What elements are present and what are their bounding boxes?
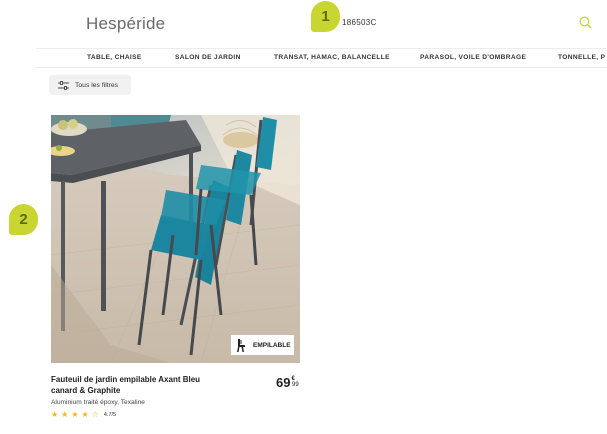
all-filters-label: Tous les filtres <box>75 81 119 89</box>
rating-score: 4.7/5 <box>103 412 117 418</box>
category-nav: TABLE, CHAISE SALON DE JARDIN TRANSAT, H… <box>36 48 607 68</box>
site-logo[interactable]: Hespéride <box>86 14 165 34</box>
product-price: 69 € 99 <box>276 375 299 390</box>
nav-item-salon-de-jardin[interactable]: SALON DE JARDIN <box>175 54 241 61</box>
all-filters-button[interactable]: Tous les filtres <box>49 75 131 95</box>
product-image[interactable]: EMPILABLE <box>51 115 300 363</box>
product-material: Aluminium traité époxy, Texaline <box>51 399 145 406</box>
annotation-marker-1: 1 <box>311 1 340 32</box>
star-icon: ★ <box>71 410 79 419</box>
star-icon: ★ <box>81 410 89 419</box>
product-rating: ★ ★ ★ ★ ☆ 4.7/5 <box>51 410 116 420</box>
star-icon: ★ <box>61 410 69 419</box>
star-icon: ★ <box>51 410 59 419</box>
filter-sliders-icon <box>58 80 69 90</box>
nav-item-parasol[interactable]: PARASOL, VOILE D'OMBRAGE <box>420 54 526 61</box>
half-star-icon: ☆ <box>91 410 99 419</box>
stackable-badge-label: EMPILABLE <box>253 341 291 349</box>
annotation-marker-2: 2 <box>9 204 38 235</box>
search-icon[interactable] <box>579 16 592 29</box>
search-input[interactable]: 186503C <box>342 18 377 27</box>
nav-item-transat-hamac[interactable]: TRANSAT, HAMAC, BALANCELLE <box>274 54 390 61</box>
nav-item-table-chaise[interactable]: TABLE, CHAISE <box>87 54 142 61</box>
price-integer: 69 <box>276 375 291 390</box>
price-decimals: 99 <box>292 382 299 388</box>
stacked-chairs-icon <box>237 338 245 352</box>
product-title[interactable]: Fauteuil de jardin empilable Axant Bleu … <box>51 375 221 396</box>
site-header: Hespéride 186503C <box>0 0 607 48</box>
nav-item-tonnelle[interactable]: TONNELLE, P <box>558 54 605 61</box>
product-photo <box>51 115 300 363</box>
stackable-badge: EMPILABLE <box>231 335 294 355</box>
